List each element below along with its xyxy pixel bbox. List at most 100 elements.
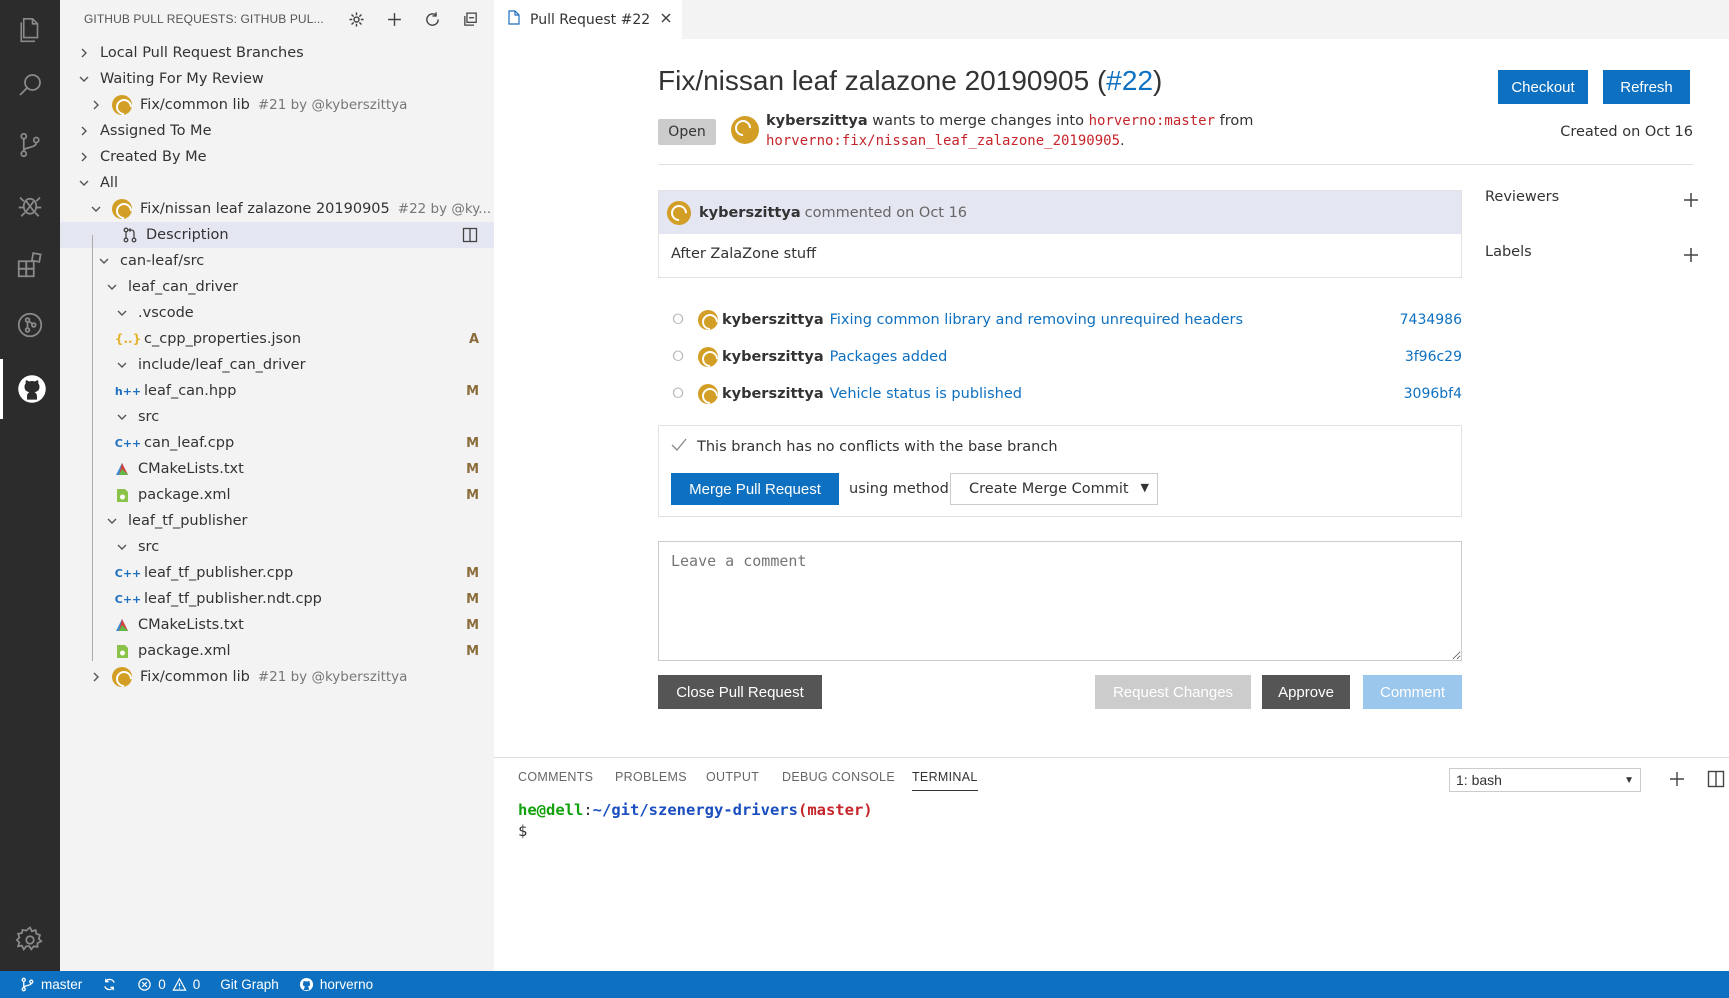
divider bbox=[658, 164, 1693, 165]
tree-file-c-cpp-properties[interactable]: {..} c_cpp_properties.json A bbox=[60, 326, 494, 352]
comment-button[interactable]: Comment bbox=[1363, 675, 1462, 709]
github-icon[interactable] bbox=[0, 359, 60, 419]
github-account[interactable]: horverno bbox=[299, 977, 373, 992]
tab-pull-request-22[interactable]: Pull Request #22 bbox=[494, 0, 682, 39]
tree-pr-21-all[interactable]: Fix/common lib #21 by @kyberszittya bbox=[60, 664, 494, 690]
tree-label: c_cpp_properties.json bbox=[144, 331, 302, 347]
tree-description[interactable]: Description bbox=[60, 222, 494, 248]
new-terminal-icon[interactable] bbox=[1668, 770, 1686, 792]
created-date: Created on Oct 16 bbox=[1560, 124, 1693, 140]
settings-gear-icon[interactable] bbox=[344, 7, 368, 31]
tree-label: Waiting For My Review bbox=[100, 71, 264, 87]
merge-status-text: This branch has no conflicts with the ba… bbox=[697, 439, 1058, 455]
tree-file-package-xml-2[interactable]: package.xml M bbox=[60, 638, 494, 664]
comment-card: kyberszittya commented on Oct 16 After Z… bbox=[658, 190, 1462, 278]
collapse-all-icon[interactable] bbox=[458, 7, 482, 31]
tree-waiting-review[interactable]: Waiting For My Review bbox=[60, 66, 494, 92]
git-status-badge: M bbox=[466, 617, 479, 633]
commit-author[interactable]: kyberszittya bbox=[722, 312, 824, 328]
approve-button[interactable]: Approve bbox=[1262, 675, 1350, 709]
tree-label: can_leaf.cpp bbox=[144, 435, 235, 451]
refresh-icon[interactable] bbox=[420, 7, 444, 31]
tree-local-branches[interactable]: Local Pull Request Branches bbox=[60, 40, 494, 66]
tree-created-by-me[interactable]: Created By Me bbox=[60, 144, 494, 170]
refresh-button[interactable]: Refresh bbox=[1603, 70, 1690, 104]
tree-pr-21[interactable]: Fix/common lib #21 by @kyberszittya bbox=[60, 92, 494, 118]
tree-file-leaf-can-hpp[interactable]: h++ leaf_can.hpp M bbox=[60, 378, 494, 404]
tree-include[interactable]: include/leaf_can_driver bbox=[60, 352, 494, 378]
terminal-select[interactable]: 1: bash ▼ bbox=[1449, 768, 1641, 792]
tree-vscode[interactable]: .vscode bbox=[60, 300, 494, 326]
avatar bbox=[112, 95, 132, 115]
git-graph-icon[interactable] bbox=[0, 295, 60, 355]
tree-file-cmakelists[interactable]: CMakeLists.txt M bbox=[60, 456, 494, 482]
merge-method-select[interactable]: Create Merge Commit ▼ bbox=[950, 473, 1158, 505]
comment-author[interactable]: kyberszittya bbox=[699, 205, 801, 221]
add-reviewer-icon[interactable] bbox=[1681, 190, 1701, 210]
close-pull-request-button[interactable]: Close Pull Request bbox=[658, 675, 822, 709]
tab-debug-console[interactable]: DEBUG CONSOLE bbox=[782, 770, 895, 784]
merge-pull-request-button[interactable]: Merge Pull Request bbox=[671, 473, 839, 505]
sync-button[interactable] bbox=[102, 977, 117, 992]
search-icon[interactable] bbox=[0, 55, 60, 115]
tab-comments[interactable]: COMMENTS bbox=[518, 770, 593, 784]
commit-author[interactable]: kyberszittya bbox=[722, 386, 824, 402]
commit-row: ⭘ kyberszittya Fixing common library and… bbox=[658, 307, 1462, 333]
pr-number-link[interactable]: #22 bbox=[1106, 65, 1153, 96]
chevron-right-icon bbox=[88, 97, 104, 113]
source-control-icon[interactable] bbox=[0, 115, 60, 175]
tree-leaf-tf-publisher[interactable]: leaf_tf_publisher bbox=[60, 508, 494, 534]
tree-label: Assigned To Me bbox=[100, 123, 212, 139]
tree-file-leaf-tf-publisher-cpp[interactable]: C++ leaf_tf_publisher.cpp M bbox=[60, 560, 494, 586]
split-terminal-icon[interactable] bbox=[1707, 770, 1725, 792]
git-graph-button[interactable]: Git Graph bbox=[220, 977, 279, 992]
explorer-icon[interactable] bbox=[0, 0, 60, 60]
problems-indicator[interactable]: 0 0 bbox=[137, 977, 200, 992]
debug-icon[interactable] bbox=[0, 175, 60, 235]
tab-problems[interactable]: PROBLEMS bbox=[615, 770, 687, 784]
tree-label: leaf_tf_publisher.ndt.cpp bbox=[144, 591, 322, 607]
tree-label: Local Pull Request Branches bbox=[100, 45, 304, 61]
period: . bbox=[1120, 133, 1125, 149]
branch-indicator[interactable]: master bbox=[20, 977, 82, 992]
request-changes-button[interactable]: Request Changes bbox=[1095, 675, 1251, 709]
git-status-badge: M bbox=[466, 643, 479, 659]
tree-src-2[interactable]: src bbox=[60, 534, 494, 560]
tree-assigned[interactable]: Assigned To Me bbox=[60, 118, 494, 144]
commit-message-link[interactable]: Packages added bbox=[830, 349, 948, 365]
pr-title-end: ) bbox=[1153, 65, 1163, 96]
merge-text: wants to merge changes into bbox=[872, 113, 1084, 129]
commit-sha-link[interactable]: 7434986 bbox=[1400, 312, 1462, 328]
tree-file-cmakelists-2[interactable]: CMakeLists.txt M bbox=[60, 612, 494, 638]
tree-all[interactable]: All bbox=[60, 170, 494, 196]
tab-terminal[interactable]: TERMINAL bbox=[912, 770, 978, 791]
tree-label: package.xml bbox=[138, 487, 231, 503]
commit-message-link[interactable]: Fixing common library and removing unreq… bbox=[830, 312, 1243, 328]
tree-file-can-leaf-cpp[interactable]: C++ can_leaf.cpp M bbox=[60, 430, 494, 456]
git-branch-icon bbox=[21, 977, 34, 992]
commit-sha-link[interactable]: 3096bf4 bbox=[1404, 386, 1462, 402]
add-label-icon[interactable] bbox=[1681, 245, 1701, 265]
commit-sha-link[interactable]: 3f96c29 bbox=[1405, 349, 1462, 365]
tree-leaf-can-driver[interactable]: leaf_can_driver bbox=[60, 274, 494, 300]
terminal-output[interactable]: he@dell:~/git/szenergy-drivers(master) $ bbox=[518, 800, 873, 842]
author-name[interactable]: kyberszittya bbox=[766, 113, 868, 129]
sidebar-header: GITHUB PULL REQUESTS: GITHUB PUL... bbox=[60, 0, 494, 37]
tree-file-package-xml[interactable]: package.xml M bbox=[60, 482, 494, 508]
checkout-button[interactable]: Checkout bbox=[1498, 70, 1588, 104]
tree-src[interactable]: src bbox=[60, 404, 494, 430]
commit-message-link[interactable]: Vehicle status is published bbox=[830, 386, 1022, 402]
extensions-icon[interactable] bbox=[0, 235, 60, 295]
tree-can-leaf-src[interactable]: can-leaf/src bbox=[60, 248, 494, 274]
git-status-badge: M bbox=[466, 383, 479, 399]
close-icon[interactable] bbox=[660, 12, 672, 28]
tab-output[interactable]: OUTPUT bbox=[706, 770, 759, 784]
commit-author[interactable]: kyberszittya bbox=[722, 349, 824, 365]
gear-icon[interactable] bbox=[0, 910, 60, 970]
tree-pr-22[interactable]: Fix/nissan leaf zalazone 20190905 #22 by… bbox=[60, 196, 494, 222]
open-to-side-icon[interactable] bbox=[462, 227, 478, 247]
comment-textarea[interactable] bbox=[658, 541, 1462, 661]
tree-file-leaf-tf-publisher-ndt-cpp[interactable]: C++ leaf_tf_publisher.ndt.cpp M bbox=[60, 586, 494, 612]
add-icon[interactable] bbox=[382, 7, 406, 31]
error-count: 0 bbox=[158, 977, 166, 992]
